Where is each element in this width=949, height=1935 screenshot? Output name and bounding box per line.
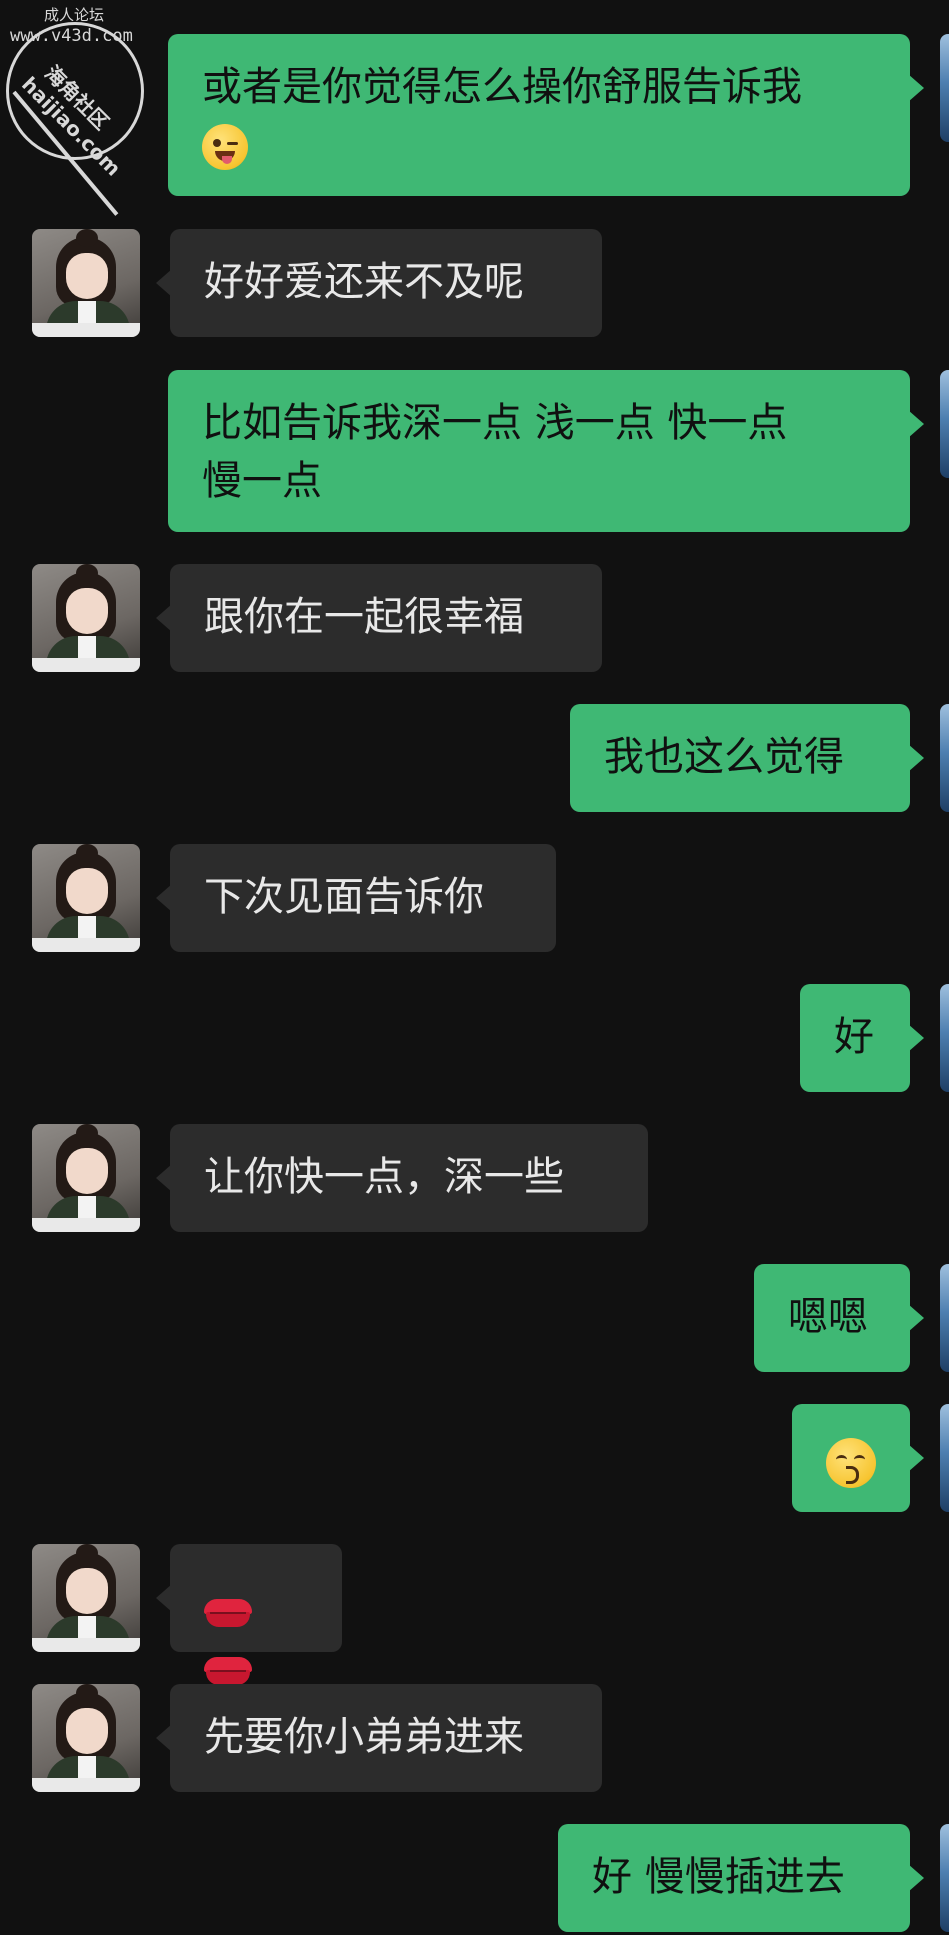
contact-avatar[interactable]	[32, 1544, 140, 1652]
self-avatar[interactable]	[940, 34, 949, 142]
message-text: 让你快一点，深一些	[204, 1154, 564, 1200]
outgoing-message-bubble[interactable]: 好	[800, 984, 924, 1092]
incoming-message-bubble[interactable]	[156, 1544, 342, 1685]
contact-avatar[interactable]	[32, 844, 140, 952]
self-avatar[interactable]	[940, 370, 949, 478]
outgoing-message-bubble[interactable]: 比如告诉我深一点 浅一点 快一点 慢一点	[168, 370, 924, 532]
self-avatar[interactable]	[940, 984, 949, 1092]
contact-avatar[interactable]	[32, 1684, 140, 1792]
self-avatar[interactable]	[940, 1264, 949, 1372]
chat-screen: 成人论坛 www.v43d.com 海角社区 haijiao.com 或者是你觉…	[0, 0, 949, 1935]
outgoing-message-bubble[interactable]: 我也这么觉得	[570, 704, 924, 812]
self-avatar[interactable]	[940, 704, 949, 812]
site-watermark: 成人论坛 www.v43d.com 海角社区 haijiao.com	[0, 0, 160, 216]
contact-avatar[interactable]	[32, 564, 140, 672]
kissing-smiling-eyes-emoji-icon	[826, 1438, 876, 1488]
lips-emoji-icon	[204, 1599, 252, 1627]
message-text: 好 慢慢插进去	[592, 1854, 845, 1900]
message-text: 或者是你觉得怎么操你舒服告诉我	[202, 64, 802, 110]
watermark-url: www.v43d.com	[10, 26, 133, 46]
message-text: 比如告诉我深一点 浅一点 快一点 慢一点	[202, 400, 788, 504]
outgoing-message-bubble[interactable]	[792, 1404, 924, 1512]
message-text: 嗯嗯	[788, 1294, 868, 1340]
lips-emoji-icon	[204, 1657, 252, 1685]
outgoing-message-bubble[interactable]: 好 慢慢插进去	[558, 1824, 924, 1932]
incoming-message-bubble[interactable]: 下次见面告诉你	[156, 844, 556, 952]
incoming-message-bubble[interactable]: 跟你在一起很幸福	[156, 564, 602, 672]
self-avatar[interactable]	[940, 1824, 949, 1932]
self-avatar[interactable]	[940, 1404, 949, 1512]
incoming-message-bubble[interactable]: 先要你小弟弟进来	[156, 1684, 602, 1792]
message-text: 下次见面告诉你	[204, 874, 484, 920]
message-text: 好好爱还来不及呢	[204, 259, 524, 305]
outgoing-message-bubble[interactable]: 嗯嗯	[754, 1264, 924, 1372]
winking-tongue-emoji-icon	[202, 124, 248, 170]
message-text: 先要你小弟弟进来	[204, 1714, 524, 1760]
incoming-message-bubble[interactable]: 让你快一点，深一些	[156, 1124, 648, 1232]
outgoing-message-bubble[interactable]: 或者是你觉得怎么操你舒服告诉我	[168, 34, 924, 196]
contact-avatar[interactable]	[32, 1124, 140, 1232]
message-text: 跟你在一起很幸福	[204, 594, 524, 640]
message-text: 我也这么觉得	[604, 734, 844, 780]
watermark-top-text: 成人论坛	[44, 6, 105, 24]
incoming-message-bubble[interactable]: 好好爱还来不及呢	[156, 229, 602, 337]
contact-avatar[interactable]	[32, 229, 140, 337]
message-text: 好	[834, 1014, 874, 1060]
